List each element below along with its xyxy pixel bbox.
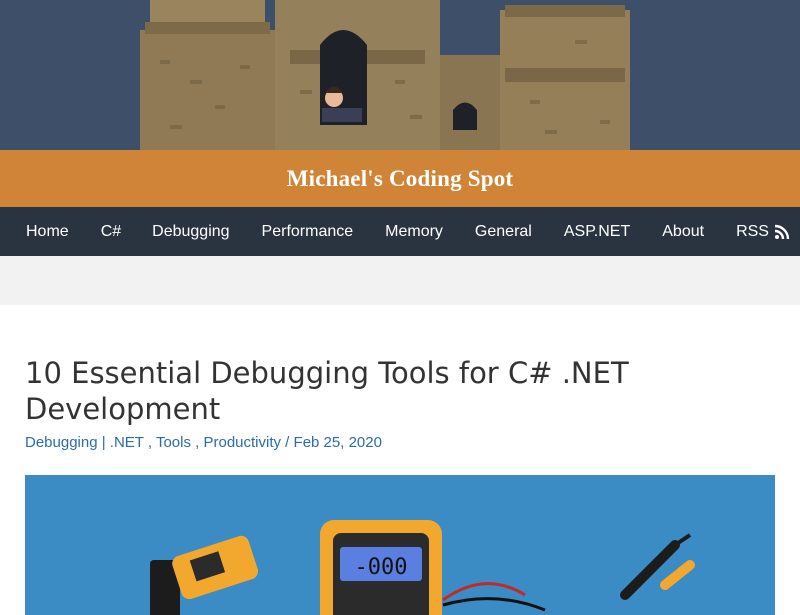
tag-link-dotnet[interactable]: .NET (110, 434, 144, 451)
post-date: Feb 25, 2020 (293, 434, 382, 451)
nav-about[interactable]: About (662, 223, 704, 241)
header-hero-image (0, 0, 800, 150)
rss-icon (774, 224, 790, 239)
nav-aspnet[interactable]: ASP.NET (564, 223, 630, 241)
multimeter-icon: -000 (320, 520, 442, 615)
nav-performance[interactable]: Performance (262, 223, 354, 241)
site-title-bar: Michael's Coding Spot (0, 150, 800, 207)
nav-memory[interactable]: Memory (385, 223, 443, 241)
nav-debugging[interactable]: Debugging (152, 223, 229, 241)
meta-separator: , (190, 434, 204, 451)
castle-illustration (140, 0, 630, 150)
post-title-line-1: 10 Essential Debugging Tools for C# .NET (25, 356, 629, 390)
test-probe-icon (620, 533, 695, 600)
measuring-tools-illustration: -000 (150, 520, 695, 615)
infrared-thermometer-icon (150, 535, 259, 615)
category-link-debugging[interactable]: Debugging (25, 434, 98, 451)
nav-csharp[interactable]: C# (101, 223, 121, 241)
post-meta: Debugging | .NET , Tools , Productivity … (25, 433, 775, 453)
featured-image: -000 (25, 475, 775, 615)
meta-separator: | (97, 434, 110, 451)
spacer-band (0, 256, 800, 305)
nav-rss-label: RSS (736, 222, 769, 240)
meta-separator: , (143, 434, 156, 451)
site-title[interactable]: Michael's Coding Spot (287, 166, 514, 192)
nav-home[interactable]: Home (26, 223, 69, 241)
post-title-line-2: Development (25, 392, 221, 426)
main-nav: Home C# Debugging Performance Memory Gen… (0, 207, 800, 256)
post-title: 10 Essential Debugging Tools for C# .NET… (25, 355, 775, 427)
nav-general[interactable]: General (475, 223, 532, 241)
tag-link-tools[interactable]: Tools (156, 434, 191, 451)
post-content: 10 Essential Debugging Tools for C# .NET… (0, 355, 800, 615)
meta-separator: / (281, 434, 294, 451)
nav-rss[interactable]: RSS (736, 223, 790, 241)
multimeter-display: -000 (355, 555, 408, 580)
tag-link-productivity[interactable]: Productivity (203, 434, 281, 451)
